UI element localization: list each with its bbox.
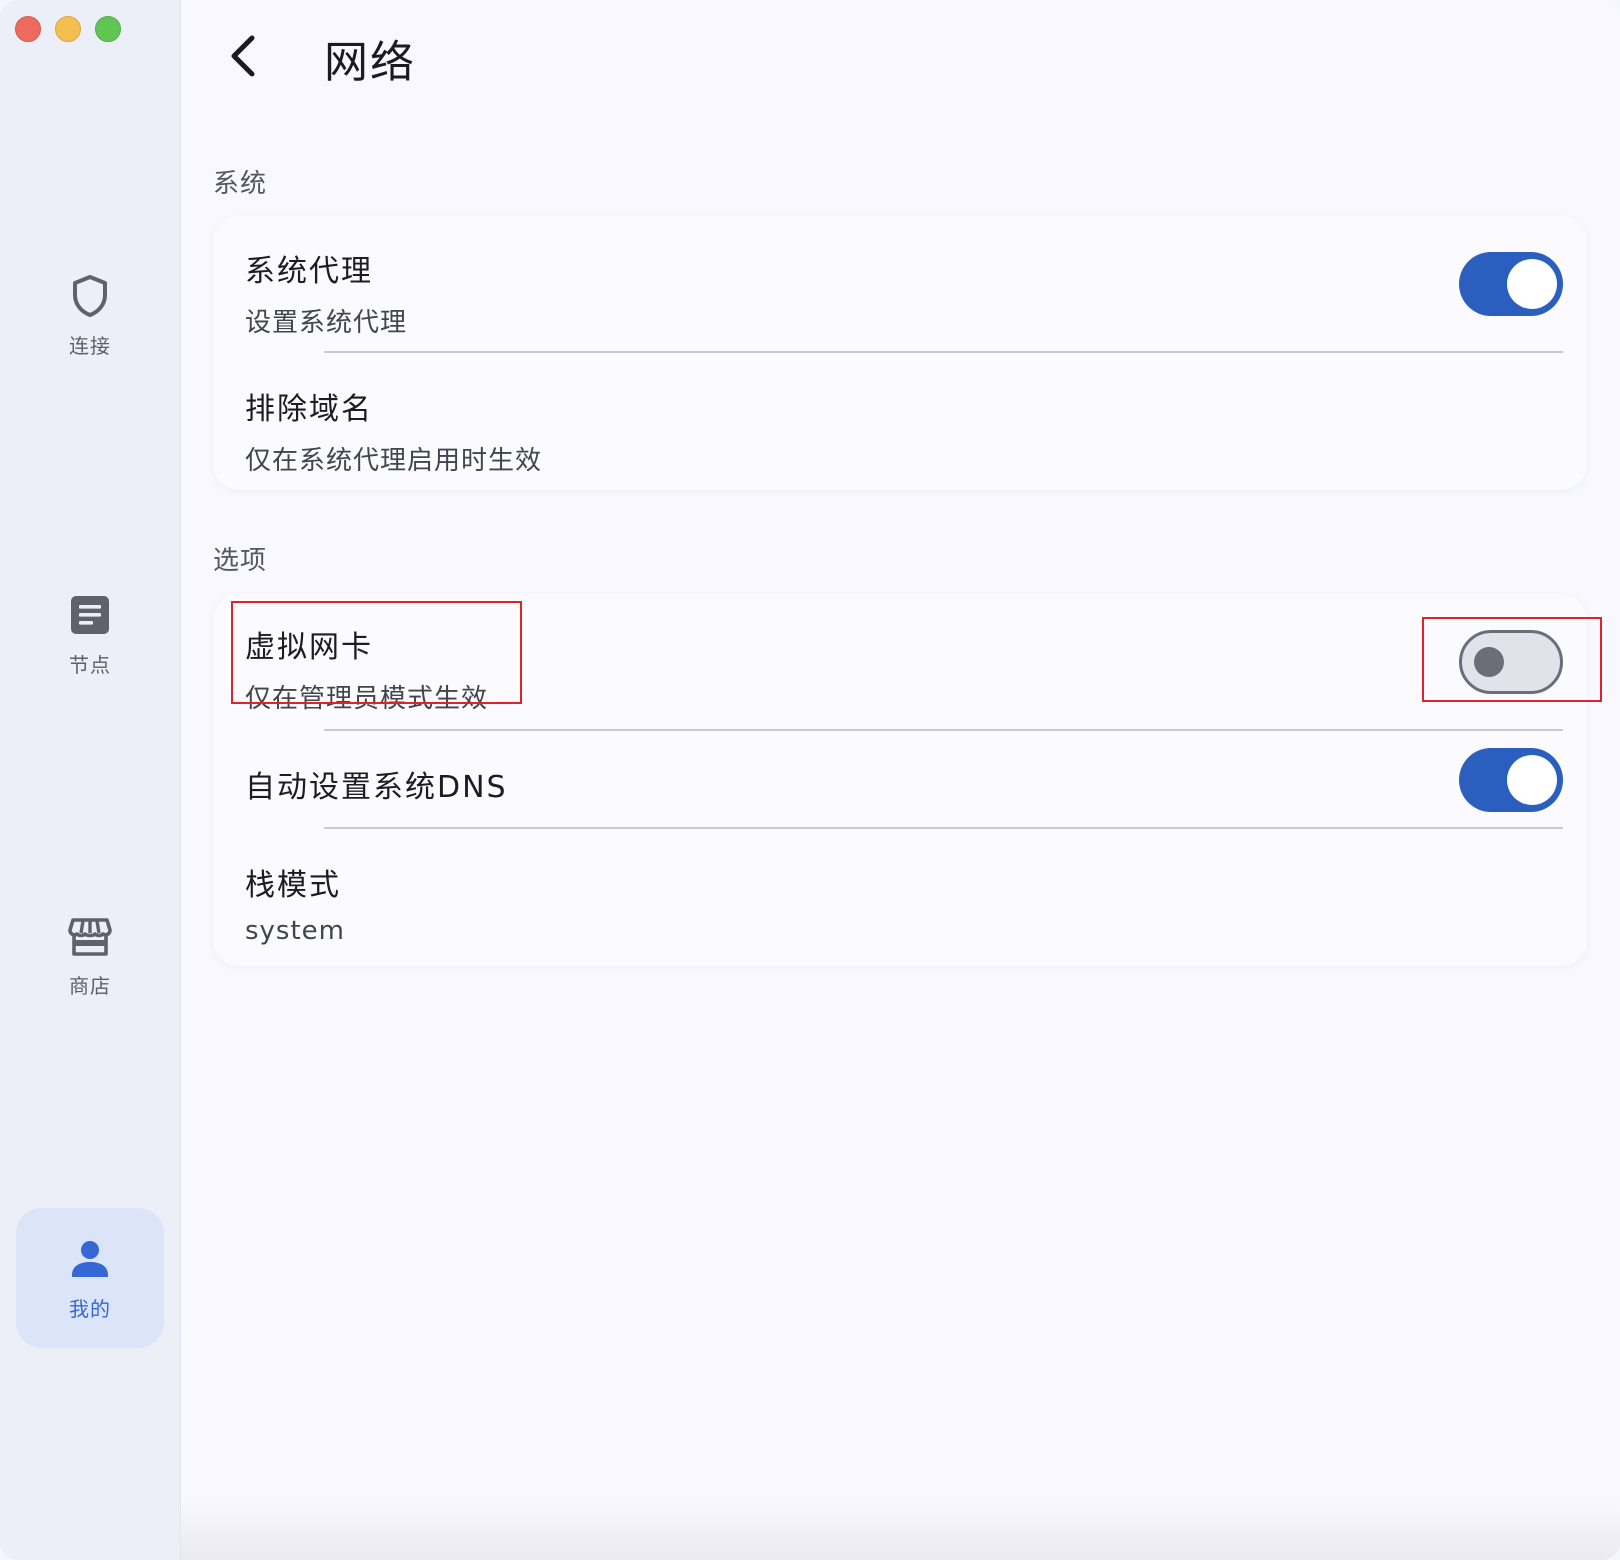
list-icon: [71, 595, 109, 634]
minimize-window-button[interactable]: [55, 16, 81, 42]
divider: [324, 351, 1563, 353]
row-title: 系统代理: [245, 254, 373, 289]
zoom-window-button[interactable]: [95, 16, 121, 42]
close-window-button[interactable]: [15, 16, 41, 42]
divider: [324, 827, 1563, 829]
options-card: 虚拟网卡 仅在管理员模式生效 自动设置系统DNS 栈模式 system: [213, 594, 1587, 966]
virtual-nic-toggle[interactable]: [1459, 630, 1563, 694]
row-subtitle: 设置系统代理: [245, 308, 408, 338]
sidebar-item-mine[interactable]: 我的: [16, 1208, 164, 1348]
page-title: 网络: [324, 37, 416, 88]
row-subtitle: 仅在管理员模式生效: [245, 684, 489, 714]
row-subtitle: 仅在系统代理启用时生效: [245, 446, 543, 476]
sidebar-item-connect[interactable]: 连接: [16, 245, 164, 385]
sidebar: 连接 节点 商店 我的: [0, 0, 181, 1560]
row-exclude-domains[interactable]: 排除域名 仅在系统代理启用时生效: [245, 384, 1563, 477]
row-title: 栈模式: [245, 868, 341, 903]
row-title: 排除域名: [245, 392, 373, 427]
sidebar-item-label: 商店: [69, 973, 111, 998]
row-system-proxy[interactable]: 系统代理 设置系统代理: [245, 246, 1563, 339]
shield-icon: [73, 274, 107, 317]
store-icon: [68, 917, 112, 956]
section-header-system: 系统: [213, 169, 268, 199]
section-header-options: 选项: [213, 546, 268, 576]
sidebar-item-label: 我的: [69, 1296, 111, 1321]
auto-dns-toggle[interactable]: [1459, 748, 1563, 812]
window-controls: [15, 16, 121, 42]
bottom-shade: [181, 1500, 1620, 1560]
row-title: 自动设置系统DNS: [245, 770, 508, 805]
app-window: 连接 节点 商店 我的 网络 系统 系统代理 设置系统代理 排除域名 仅在系统代…: [0, 0, 1620, 1560]
chevron-left-icon: [231, 35, 255, 77]
toggle-knob: [1507, 755, 1557, 805]
system-settings-card: 系统代理 设置系统代理 排除域名 仅在系统代理启用时生效: [213, 216, 1587, 490]
sidebar-item-label: 节点: [69, 652, 111, 677]
row-subtitle: system: [245, 916, 345, 946]
toggle-knob: [1474, 647, 1504, 677]
row-auto-dns[interactable]: 自动设置系统DNS: [245, 762, 1563, 806]
divider: [324, 729, 1563, 731]
sidebar-item-label: 连接: [69, 333, 111, 358]
back-button[interactable]: [212, 24, 276, 88]
toggle-knob: [1507, 259, 1557, 309]
row-virtual-nic[interactable]: 虚拟网卡 仅在管理员模式生效: [245, 622, 1563, 715]
row-title: 虚拟网卡: [245, 630, 373, 665]
sidebar-item-store[interactable]: 商店: [16, 885, 164, 1025]
person-icon: [72, 1240, 108, 1277]
system-proxy-toggle[interactable]: [1459, 252, 1563, 316]
row-stack-mode[interactable]: 栈模式 system: [245, 860, 1563, 946]
sidebar-item-nodes[interactable]: 节点: [16, 564, 164, 704]
